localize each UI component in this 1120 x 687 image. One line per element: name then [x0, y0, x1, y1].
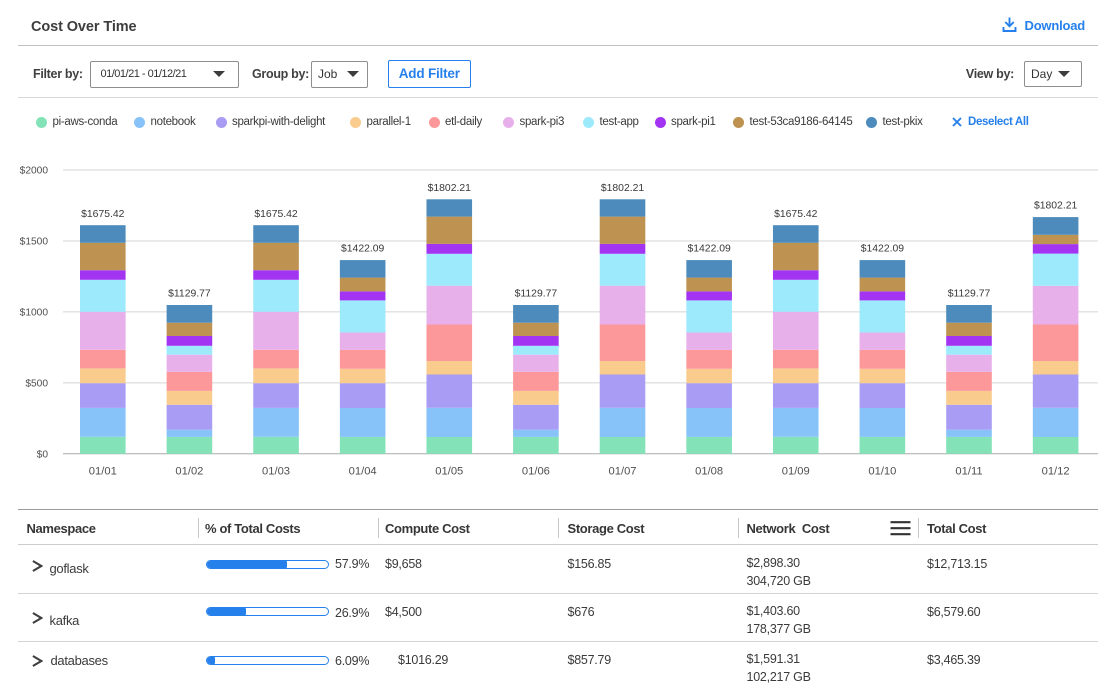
svg-text:$2000: $2000 [20, 166, 49, 177]
svg-text:$1500: $1500 [20, 237, 49, 248]
svg-text:$1422.09: $1422.09 [687, 244, 731, 255]
svg-text:$1675.42: $1675.42 [81, 209, 125, 220]
svg-text:01/02: 01/02 [175, 466, 203, 478]
svg-text:01/11: 01/11 [955, 466, 982, 478]
svg-text:01/01: 01/01 [89, 466, 117, 478]
svg-text:$500: $500 [25, 378, 48, 389]
svg-text:01/09: 01/09 [782, 466, 810, 478]
svg-text:01/06: 01/06 [522, 466, 550, 478]
svg-text:$1802.21: $1802.21 [428, 183, 472, 194]
svg-text:01/07: 01/07 [609, 466, 637, 478]
svg-text:$1129.77: $1129.77 [515, 289, 558, 300]
svg-text:$1675.42: $1675.42 [254, 209, 298, 220]
svg-text:$0: $0 [37, 449, 49, 460]
svg-text:$1675.42: $1675.42 [774, 209, 818, 220]
svg-text:01/03: 01/03 [262, 466, 290, 478]
svg-text:01/04: 01/04 [349, 466, 377, 478]
svg-text:$1000: $1000 [20, 308, 49, 319]
svg-text:$1129.77: $1129.77 [948, 289, 991, 300]
svg-text:$1422.09: $1422.09 [341, 244, 385, 255]
svg-text:01/05: 01/05 [435, 466, 463, 478]
svg-text:01/08: 01/08 [695, 466, 723, 478]
svg-text:$1422.09: $1422.09 [861, 244, 905, 255]
svg-text:01/12: 01/12 [1042, 466, 1070, 478]
svg-text:01/10: 01/10 [868, 466, 896, 478]
svg-text:$1802.21: $1802.21 [601, 183, 645, 194]
svg-text:$1802.21: $1802.21 [1034, 201, 1078, 212]
svg-text:$1129.77: $1129.77 [168, 289, 211, 300]
